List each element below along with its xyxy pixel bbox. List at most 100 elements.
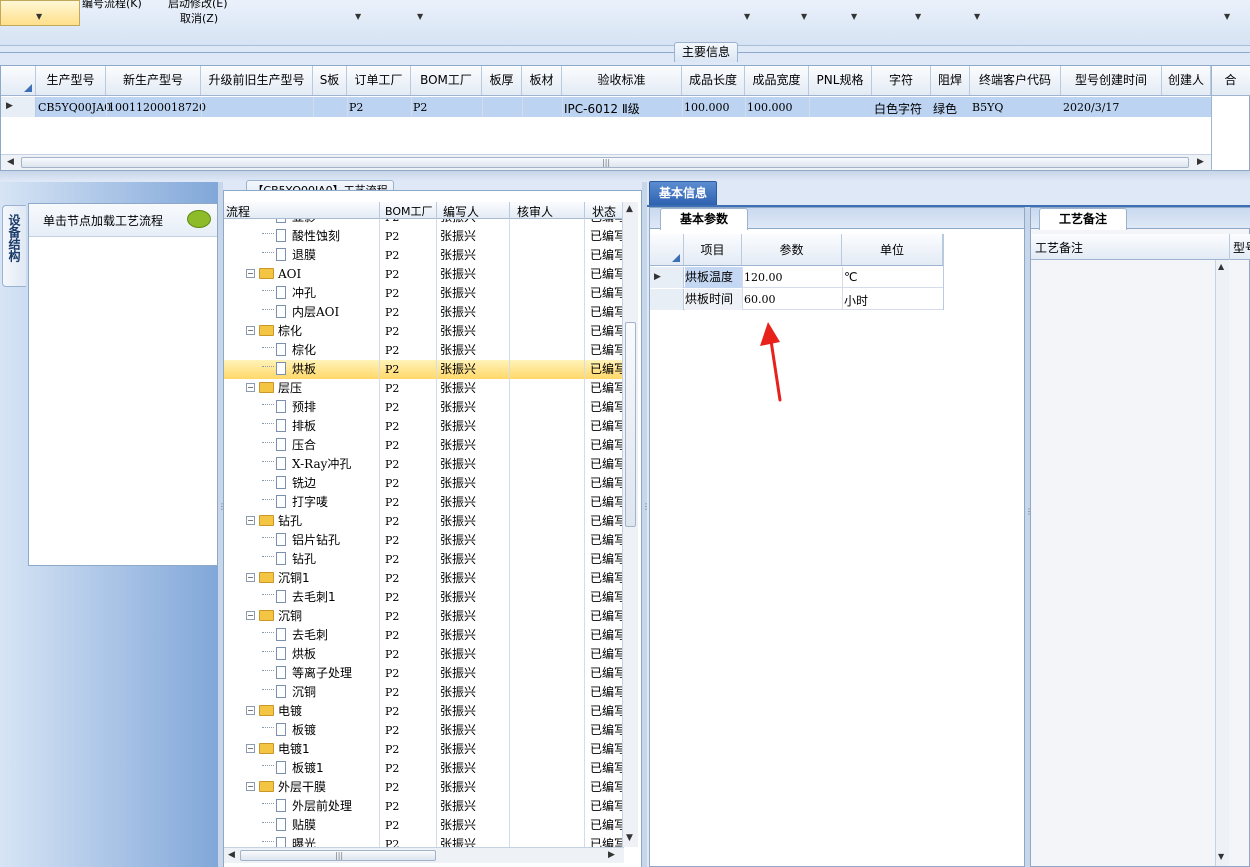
scrollbar-thumb[interactable]: [625, 322, 636, 527]
col-header[interactable]: 编写人: [443, 203, 479, 220]
param-value[interactable]: 120.00: [744, 271, 783, 284]
tree-leaf-node[interactable]: 显影P2张振兴已编写: [224, 219, 624, 227]
col-header[interactable]: 生产型号: [36, 66, 106, 95]
col-header[interactable]: PNL规格: [809, 66, 872, 95]
col-header[interactable]: 合: [1211, 66, 1250, 95]
col-header[interactable]: 字符: [872, 66, 931, 95]
collapse-icon[interactable]: −: [246, 744, 255, 753]
col-header[interactable]: 订单工厂: [347, 66, 411, 95]
collapse-icon[interactable]: −: [246, 326, 255, 335]
col-header[interactable]: S板: [313, 66, 347, 95]
tree-leaf-node[interactable]: X-Ray冲孔 P2 张振兴 已编写: [224, 455, 624, 474]
chevron-down-icon[interactable]: ▼: [851, 12, 857, 21]
tree-folder-node[interactable]: − 层压 P2 张振兴 已编写: [224, 379, 624, 398]
speech-bubble-icon[interactable]: [187, 210, 211, 228]
tree-leaf-node[interactable]: 退膜 P2 张振兴 已编写: [224, 246, 624, 265]
remark-vertical-scrollbar[interactable]: ▲ ▼: [1215, 260, 1229, 866]
tree-leaf-node[interactable]: 压合 P2 张振兴 已编写: [224, 436, 624, 455]
table-row[interactable]: ▶ 烘板温度 120.00 ℃: [650, 267, 943, 288]
col-header[interactable]: 项目: [684, 234, 742, 265]
tree-leaf-node[interactable]: 钻孔 P2 张振兴 已编写: [224, 550, 624, 569]
collapse-icon[interactable]: −: [246, 573, 255, 582]
tree-leaf-node[interactable]: 板镀 P2 张振兴 已编写: [224, 721, 624, 740]
scrollbar-thumb[interactable]: |||: [240, 850, 436, 861]
process-horizontal-scrollbar[interactable]: ◀ ||| ▶: [224, 847, 624, 863]
tree-leaf-node[interactable]: 外层前处理 P2 张振兴 已编写: [224, 797, 624, 816]
col-header[interactable]: 板材: [522, 66, 562, 95]
chevron-down-icon[interactable]: ▼: [974, 12, 980, 21]
col-header[interactable]: 单位: [842, 234, 943, 265]
col-header[interactable]: 工艺备注: [1035, 239, 1083, 256]
tree-folder-node[interactable]: − 电镀1 P2 张振兴 已编写: [224, 740, 624, 759]
chevron-down-icon[interactable]: ▼: [915, 12, 921, 21]
table-row[interactable]: 烘板时间 60.00 小时: [650, 289, 943, 310]
col-header[interactable]: 核审人: [517, 203, 553, 220]
menu-item-cancel[interactable]: 取消(Z): [180, 10, 218, 26]
tree-folder-node[interactable]: − 棕化 P2 张振兴 已编写: [224, 322, 624, 341]
param-value[interactable]: 60.00: [744, 293, 776, 306]
tab-process-remark[interactable]: 工艺备注: [1039, 208, 1127, 230]
tree-folder-node[interactable]: − 外层干膜 P2 张振兴 已编写: [224, 778, 624, 797]
chevron-down-icon[interactable]: ▼: [1224, 12, 1230, 21]
tree-leaf-node[interactable]: 内层AOI P2 张振兴 已编写: [224, 303, 624, 322]
collapse-icon[interactable]: −: [246, 269, 255, 278]
chevron-down-icon[interactable]: ▼: [36, 12, 42, 21]
col-header[interactable]: 创建人: [1162, 66, 1211, 95]
side-tab-equipment[interactable]: 设备结构: [2, 205, 26, 287]
tree-folder-node[interactable]: − 钻孔 P2 张振兴 已编写: [224, 512, 624, 531]
table-row[interactable]: ▶ CB5YQ00JA0 10011200018720 P2 P2 IPC-60…: [1, 97, 1211, 117]
scrollbar-thumb[interactable]: |||: [21, 157, 1189, 168]
col-header[interactable]: BOM工厂: [385, 203, 433, 219]
tab-basic-info[interactable]: 基本信息: [649, 181, 717, 205]
tree-leaf-node[interactable]: 铝片钻孔 P2 张振兴 已编写: [224, 531, 624, 550]
tree-leaf-node[interactable]: 贴膜 P2 张振兴 已编写: [224, 816, 624, 835]
tree-leaf-node[interactable]: 板镀1 P2 张振兴 已编写: [224, 759, 624, 778]
collapse-icon[interactable]: −: [246, 706, 255, 715]
col-header[interactable]: BOM工厂: [411, 66, 482, 95]
tree-leaf-node[interactable]: 铣边 P2 张振兴 已编写: [224, 474, 624, 493]
col-header[interactable]: 板厚: [482, 66, 522, 95]
tree-folder-node[interactable]: − 沉铜1 P2 张振兴 已编写: [224, 569, 624, 588]
process-vertical-scrollbar[interactable]: ▲ ▼: [622, 202, 638, 847]
horizontal-splitter[interactable]: [0, 171, 1250, 181]
menu-item-number-flow[interactable]: 编号流程(K): [82, 0, 142, 11]
tree-folder-node[interactable]: − 沉铜 P2 张振兴 已编写: [224, 607, 624, 626]
tree-leaf-node[interactable]: 去毛刺1 P2 张振兴 已编写: [224, 588, 624, 607]
tree-leaf-node[interactable]: 冲孔 P2 张振兴 已编写: [224, 284, 624, 303]
collapse-icon[interactable]: −: [246, 611, 255, 620]
tree-leaf-node[interactable]: 曝光 P2 张振兴 已编写: [224, 835, 624, 847]
col-header[interactable]: 参数: [742, 234, 842, 265]
tree-leaf-node[interactable]: 去毛刺 P2 张振兴 已编写: [224, 626, 624, 645]
tab-basic-params[interactable]: 基本参数: [660, 208, 748, 230]
tree-folder-node[interactable]: − AOI P2 张振兴 已编写: [224, 265, 624, 284]
col-header[interactable]: 流程: [226, 203, 250, 220]
col-header[interactable]: 新生产型号: [106, 66, 201, 95]
chevron-down-icon[interactable]: ▼: [801, 12, 807, 21]
tree-leaf-node[interactable]: 酸性蚀刻 P2 张振兴 已编写: [224, 227, 624, 246]
chevron-down-icon[interactable]: ▼: [744, 12, 750, 21]
tree-leaf-node[interactable]: 烘板 P2 张振兴 已编写: [224, 360, 624, 379]
col-header[interactable]: 成品长度: [682, 66, 745, 95]
col-header[interactable]: 成品宽度: [745, 66, 809, 95]
col-header[interactable]: 升级前旧生产型号: [201, 66, 313, 95]
col-header[interactable]: 状态: [592, 203, 616, 220]
collapse-icon[interactable]: −: [246, 383, 255, 392]
collapse-icon[interactable]: −: [246, 516, 255, 525]
tree-leaf-node[interactable]: 烘板 P2 张振兴 已编写: [224, 645, 624, 664]
col-header[interactable]: 终端客户代码: [970, 66, 1061, 95]
tree-folder-node[interactable]: − 电镀 P2 张振兴 已编写: [224, 702, 624, 721]
tree-leaf-node[interactable]: 等离子处理 P2 张振兴 已编写: [224, 664, 624, 683]
tree-leaf-node[interactable]: 沉铜 P2 张振兴 已编写: [224, 683, 624, 702]
col-header[interactable]: 型号: [1233, 239, 1250, 256]
col-header[interactable]: 验收标准: [562, 66, 682, 95]
chevron-down-icon[interactable]: ▼: [417, 12, 423, 21]
col-header[interactable]: 阻焊: [931, 66, 970, 95]
tree-leaf-node[interactable]: 预排 P2 张振兴 已编写: [224, 398, 624, 417]
tree-leaf-node[interactable]: 排板 P2 张振兴 已编写: [224, 417, 624, 436]
chevron-down-icon[interactable]: ▼: [355, 12, 361, 21]
col-header[interactable]: 型号创建时间: [1061, 66, 1162, 95]
tree-leaf-node[interactable]: 棕化 P2 张振兴 已编写: [224, 341, 624, 360]
horizontal-scrollbar[interactable]: ◀ ||| ▶: [1, 154, 1211, 170]
collapse-icon[interactable]: −: [246, 782, 255, 791]
tree-leaf-node[interactable]: 打字唛 P2 张振兴 已编写: [224, 493, 624, 512]
